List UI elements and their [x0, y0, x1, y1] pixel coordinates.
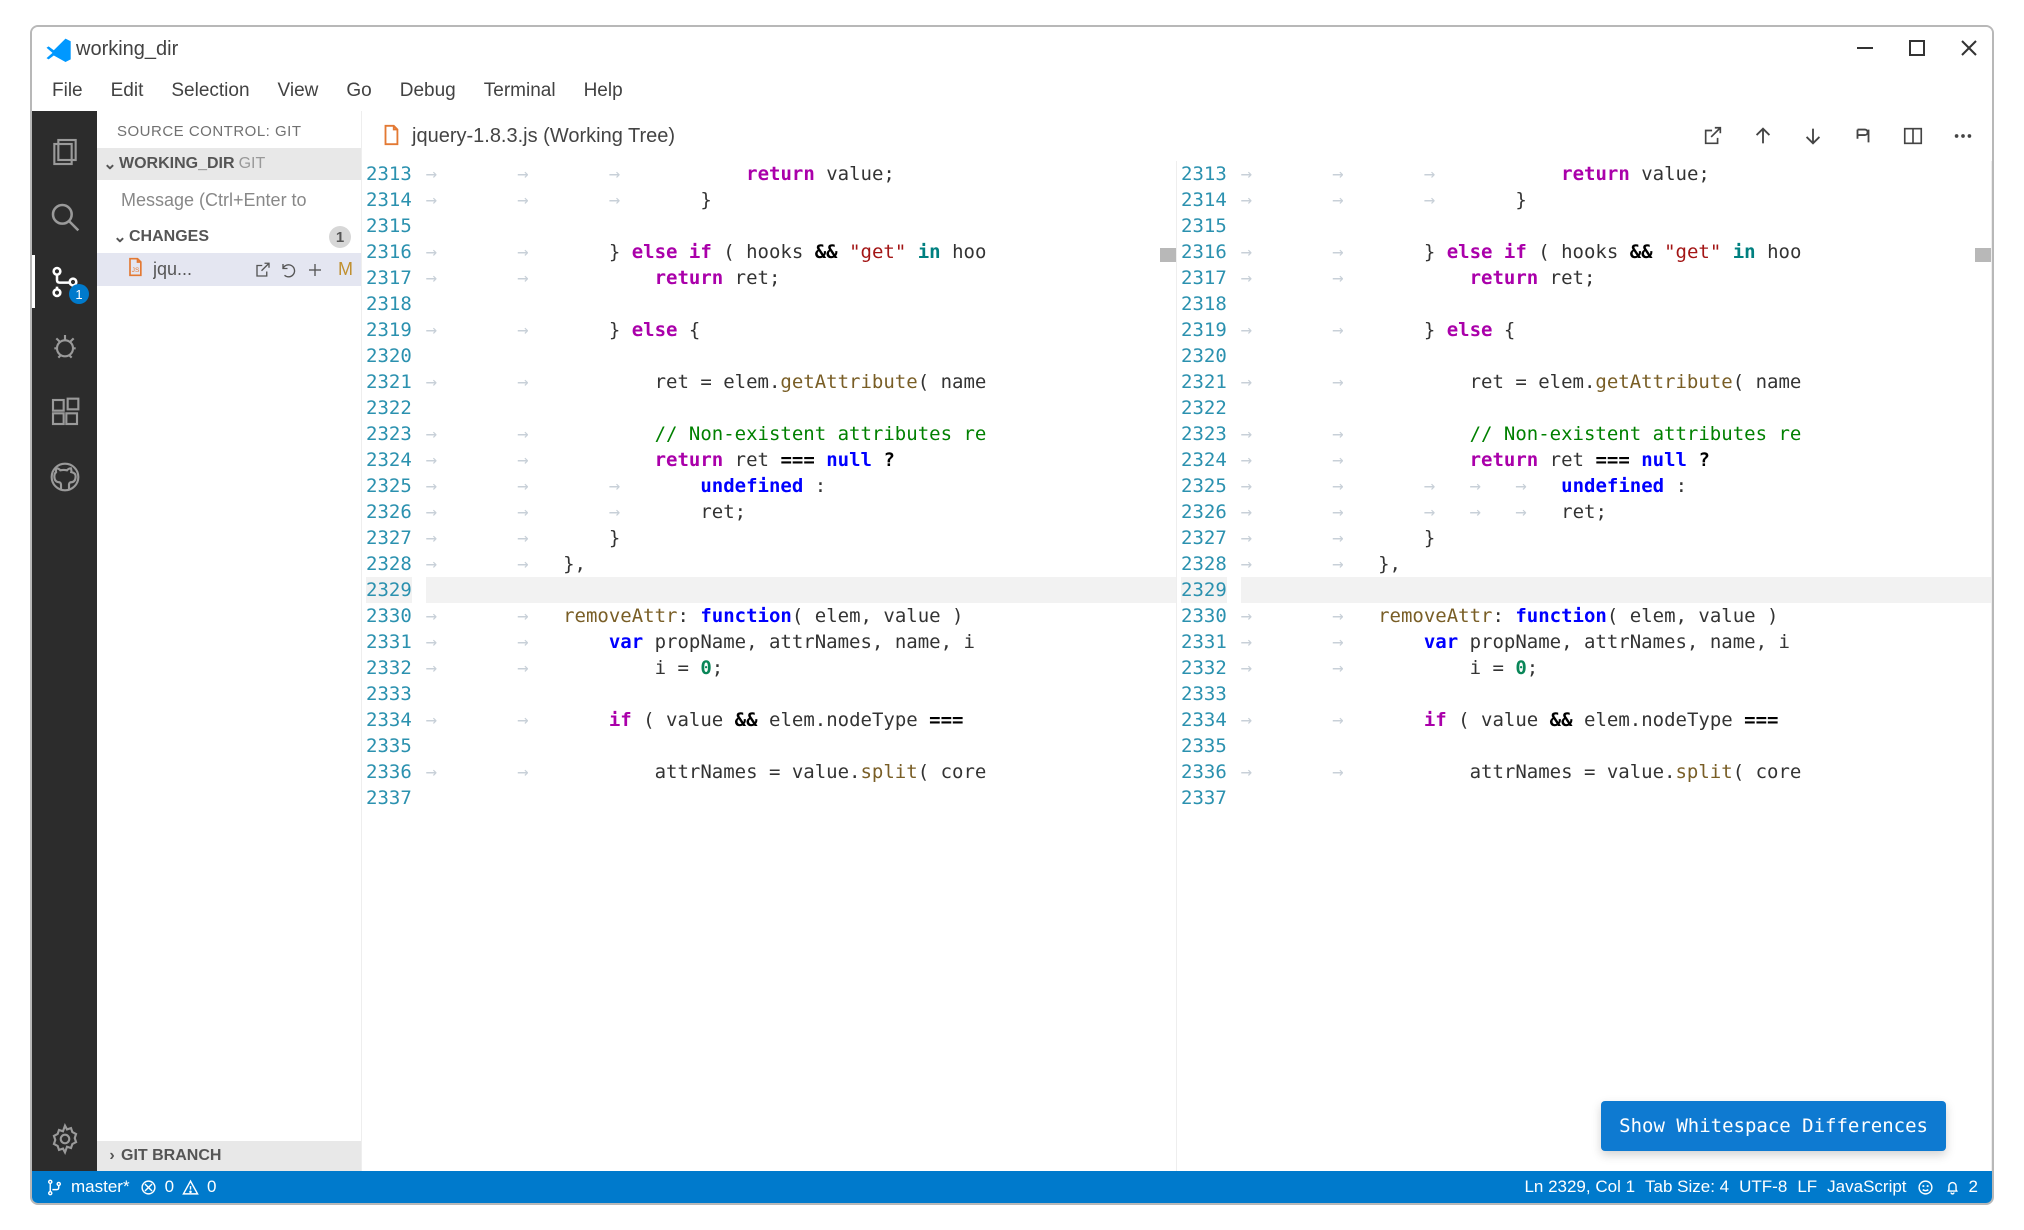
- js-file-icon: [380, 124, 402, 149]
- git-branch-label: GIT BRANCH: [121, 1147, 221, 1165]
- activity-explorer[interactable]: [32, 119, 97, 184]
- status-problems[interactable]: 0 0: [140, 1177, 217, 1197]
- repo-name: WORKING_DIR: [119, 155, 235, 173]
- js-file-icon: JS: [125, 257, 145, 282]
- whitespace-icon[interactable]: [1852, 125, 1874, 147]
- changes-label: CHANGES: [129, 228, 209, 246]
- commit-message-box: [97, 180, 361, 221]
- activity-settings[interactable]: [32, 1106, 97, 1171]
- next-change-icon[interactable]: [1802, 125, 1824, 147]
- chevron-right-icon: ›: [103, 1147, 121, 1165]
- more-actions-icon[interactable]: [1952, 125, 1974, 147]
- gutter-right: 2313 2314 2315 2316 2317 2318 2319 2320 …: [1177, 161, 1239, 1171]
- sidebar-title: SOURCE CONTROL: GIT: [97, 111, 361, 148]
- status-tabsize[interactable]: Tab Size: 4: [1645, 1177, 1729, 1197]
- open-file-action[interactable]: [1702, 125, 1724, 147]
- discard-changes-icon[interactable]: [280, 261, 298, 279]
- activity-extensions[interactable]: [32, 379, 97, 444]
- app-logo: [46, 36, 72, 62]
- menu-help[interactable]: Help: [570, 76, 637, 106]
- diff-pane-left[interactable]: 2313 2314 2315 2316 2317 2318 2319 2320 …: [362, 161, 1177, 1171]
- statusbar: master* 0 0 Ln 2329, Col 1 Tab Size: 4 U…: [32, 1171, 1992, 1203]
- vscode-icon: [46, 36, 72, 62]
- menu-go[interactable]: Go: [332, 76, 385, 106]
- editor-group: jquery-1.8.3.js (Working Tree) 2313 2314…: [362, 111, 1992, 1171]
- change-item[interactable]: JS jqu... M: [97, 253, 361, 286]
- status-notifications[interactable]: 2: [1944, 1177, 1978, 1197]
- diff-view: 2313 2314 2315 2316 2317 2318 2319 2320 …: [362, 161, 1992, 1171]
- code-right[interactable]: → → → return value;→ → → } → → } else if…: [1239, 161, 1991, 1171]
- status-feedback[interactable]: [1917, 1179, 1934, 1196]
- svg-text:JS: JS: [132, 267, 140, 274]
- tab-label[interactable]: jquery-1.8.3.js (Working Tree): [412, 125, 675, 148]
- activity-scm[interactable]: 1: [32, 249, 97, 314]
- repo-sub: GIT: [239, 155, 266, 173]
- sidebar: SOURCE CONTROL: GIT ⌄ WORKING_DIR GIT ⌄ …: [97, 111, 362, 1171]
- close-button[interactable]: [1960, 39, 1978, 60]
- menu-selection[interactable]: Selection: [157, 76, 263, 106]
- stage-changes-icon[interactable]: [306, 261, 324, 279]
- open-file-icon[interactable]: [254, 261, 272, 279]
- window-title: working_dir: [76, 38, 178, 61]
- changes-header[interactable]: ⌄ CHANGES 1: [97, 221, 361, 253]
- previous-change-icon[interactable]: [1752, 125, 1774, 147]
- overview-ruler-right[interactable]: [1975, 248, 1991, 262]
- status-language[interactable]: JavaScript: [1827, 1177, 1906, 1197]
- gutter-left: 2313 2314 2315 2316 2317 2318 2319 2320 …: [362, 161, 424, 1171]
- status-branch[interactable]: master*: [46, 1177, 130, 1197]
- chevron-down-icon: ⌄: [111, 227, 129, 247]
- status-cursor[interactable]: Ln 2329, Col 1: [1524, 1177, 1635, 1197]
- menu-debug[interactable]: Debug: [386, 76, 470, 106]
- show-whitespace-button[interactable]: Show Whitespace Differences: [1601, 1101, 1946, 1151]
- menu-terminal[interactable]: Terminal: [470, 76, 570, 106]
- tabbar: jquery-1.8.3.js (Working Tree): [362, 111, 1992, 161]
- status-eol[interactable]: LF: [1797, 1177, 1817, 1197]
- activity-github[interactable]: [32, 444, 97, 509]
- changes-count: 1: [329, 226, 351, 248]
- maximize-button[interactable]: [1908, 39, 1926, 60]
- file-status-letter: M: [338, 259, 353, 280]
- change-file-name: jqu...: [153, 259, 192, 280]
- titlebar: working_dir: [32, 27, 1992, 71]
- activity-debug[interactable]: [32, 314, 97, 379]
- commit-input[interactable]: [121, 190, 347, 211]
- chevron-down-icon: ⌄: [101, 154, 119, 174]
- menu-view[interactable]: View: [264, 76, 333, 106]
- scm-badge: 1: [69, 284, 89, 304]
- overview-ruler-left[interactable]: [1160, 248, 1176, 262]
- editor-window: working_dir File Edit Selection View Go …: [30, 25, 1994, 1205]
- status-encoding[interactable]: UTF-8: [1739, 1177, 1787, 1197]
- menu-edit[interactable]: Edit: [97, 76, 158, 106]
- code-left[interactable]: → → → return value;→ → → } → → } else if…: [424, 161, 1176, 1171]
- activity-bar: 1: [32, 111, 97, 1171]
- activity-search[interactable]: [32, 184, 97, 249]
- split-editor-icon[interactable]: [1902, 125, 1924, 147]
- menubar: File Edit Selection View Go Debug Termin…: [32, 71, 1992, 111]
- menu-file[interactable]: File: [38, 76, 97, 106]
- repo-header[interactable]: ⌄ WORKING_DIR GIT: [97, 148, 361, 180]
- diff-pane-right[interactable]: 2313 2314 2315 2316 2317 2318 2319 2320 …: [1177, 161, 1992, 1171]
- minimize-button[interactable]: [1856, 39, 1874, 60]
- git-branch-section[interactable]: › GIT BRANCH: [97, 1141, 361, 1171]
